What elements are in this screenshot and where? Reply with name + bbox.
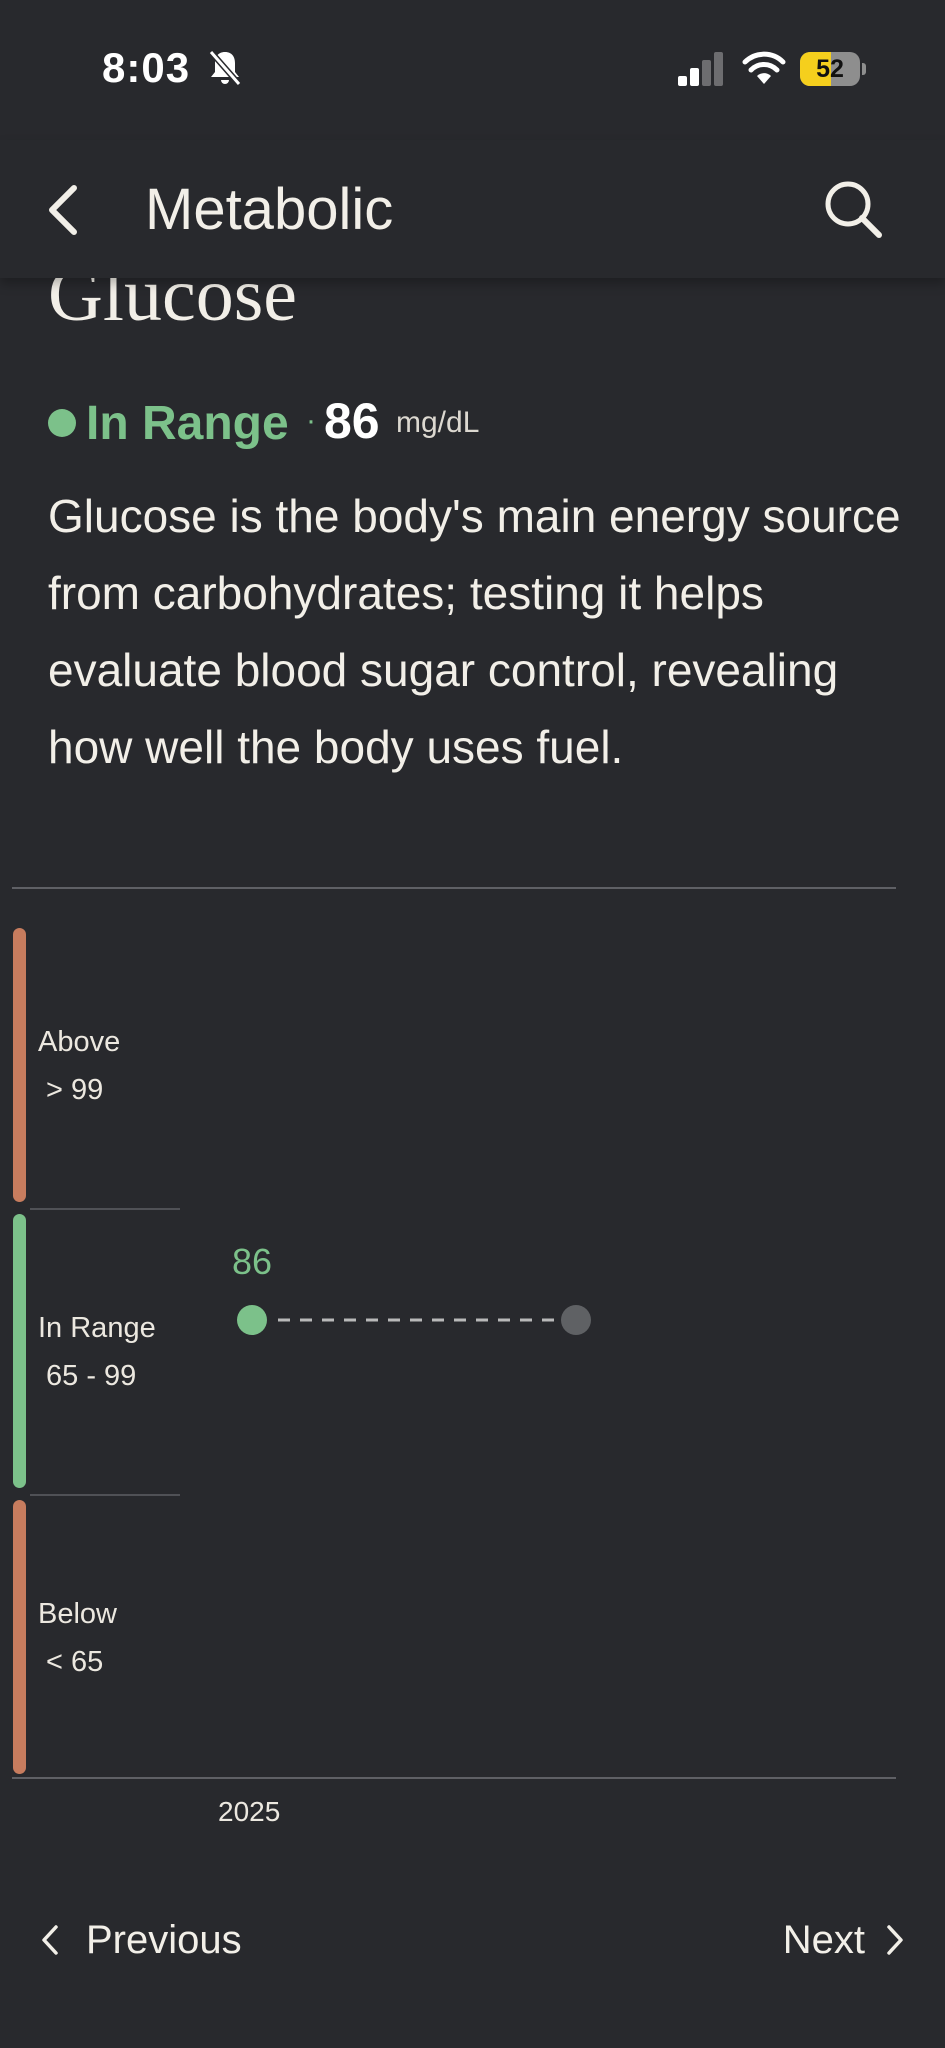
previous-label: Previous — [86, 1918, 242, 1962]
status-dot — [48, 409, 76, 437]
divider — [12, 887, 896, 889]
status-label: In Range — [86, 397, 289, 450]
nav-bar: Metabolic — [0, 140, 945, 278]
search-icon[interactable] — [822, 178, 884, 240]
next-label: Next — [782, 1918, 865, 1962]
data-point[interactable] — [237, 1305, 267, 1335]
status-bar: 8:03 52 — [0, 0, 945, 140]
battery-percent: 52 — [816, 55, 844, 83]
wifi-icon — [742, 51, 786, 84]
status-summary: In Range · 86 mg/dL — [48, 392, 648, 452]
chevron-left-icon[interactable] — [44, 180, 84, 240]
chevron-right-icon — [887, 1925, 903, 1955]
next-button[interactable]: Next — [755, 1910, 905, 1970]
result-value: 86 — [324, 393, 380, 449]
chart-plot: 86 — [232, 1241, 591, 1335]
battery-icon: 52 — [800, 52, 866, 86]
status-time: 8:03 — [102, 44, 191, 91]
description-text: Glucose is the body's main energy source… — [48, 490, 901, 773]
result-unit: mg/dL — [396, 406, 480, 439]
signal-icon — [678, 52, 723, 86]
data-point-label: 86 — [232, 1241, 272, 1282]
separator-dot: · — [306, 404, 316, 437]
footer-nav: Previous Next — [0, 1860, 945, 2048]
nav-title: Metabolic — [145, 177, 394, 242]
future-data-point — [561, 1305, 591, 1335]
bell-slash-icon — [208, 50, 242, 86]
chevron-left-icon — [42, 1925, 58, 1955]
range-chart: Above > 99 In Range 65 - 99 Below < 65 2… — [0, 900, 945, 1850]
